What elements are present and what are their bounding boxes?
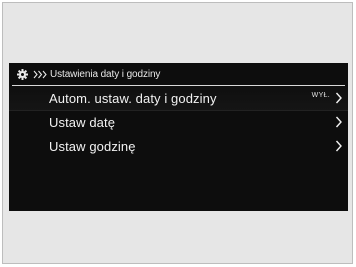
settings-screen: Ustawienia daty i godziny Autom. ustaw. … xyxy=(9,63,348,211)
breadcrumb-chevrons-icon xyxy=(33,70,48,79)
menu-item-label: Ustaw datę xyxy=(49,114,116,130)
menu-item-auto-date-time[interactable]: Autom. ustaw. daty i godziny WYŁ. xyxy=(9,86,348,111)
menu-item-label: Ustaw godzinę xyxy=(49,138,136,154)
gear-icon xyxy=(17,68,28,80)
menu-item-label: Autom. ustaw. daty i godziny xyxy=(49,90,217,106)
chevron-right-icon xyxy=(335,115,343,129)
screen-header: Ustawienia daty i godziny xyxy=(9,65,348,83)
menu-item-set-date[interactable]: Ustaw datę xyxy=(9,110,348,134)
chevron-right-icon xyxy=(335,139,343,153)
page-title: Ustawienia daty i godziny xyxy=(50,68,161,80)
menu-item-set-time[interactable]: Ustaw godzinę xyxy=(9,134,348,158)
status-badge: WYŁ. xyxy=(311,92,330,99)
chevron-right-icon xyxy=(335,91,343,105)
